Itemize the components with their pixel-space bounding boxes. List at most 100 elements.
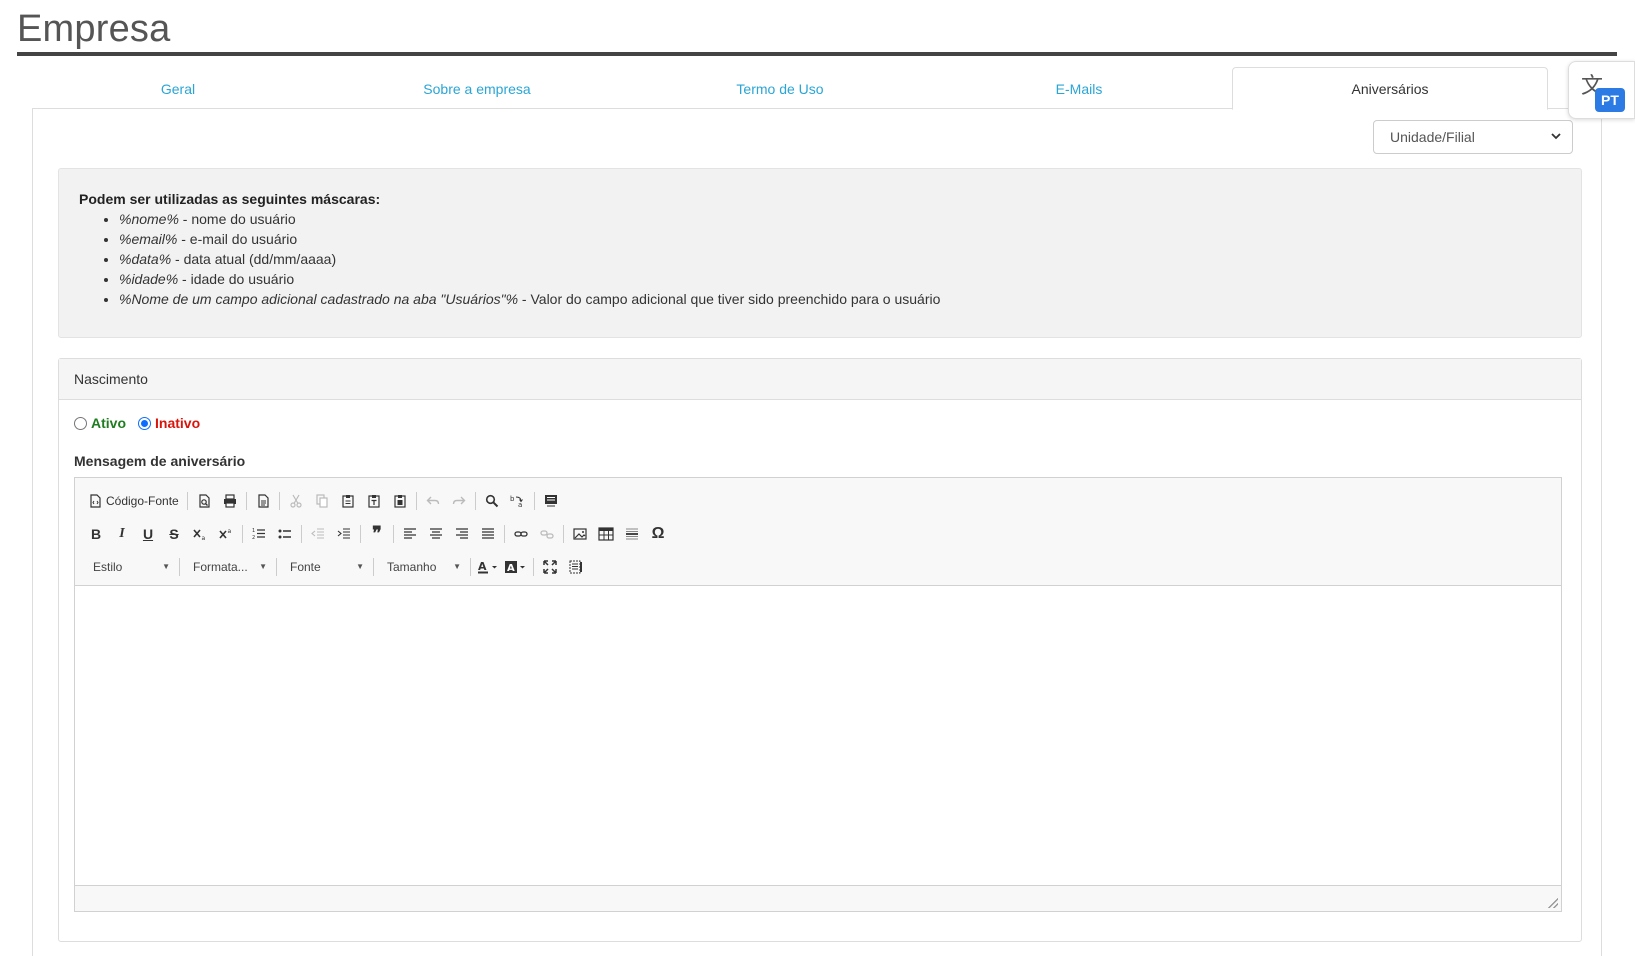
toolbar-separator <box>474 491 476 510</box>
toolbar-separator <box>373 557 374 576</box>
bold-icon[interactable]: B <box>83 521 109 547</box>
image-icon[interactable] <box>567 521 593 547</box>
svg-text:a: a <box>202 535 206 541</box>
mask-code: %idade% <box>119 271 179 287</box>
mask-desc: - data atual (dd/mm/aaaa) <box>171 251 337 267</box>
radio-ativo[interactable] <box>74 416 87 430</box>
undo-icon[interactable] <box>420 488 446 514</box>
font-combo[interactable]: Fonte ▼ <box>280 554 370 580</box>
toolbar-row-2: B I U S a a 12 ❞ Ω <box>83 517 1553 550</box>
tab-e-mails[interactable]: E-Mails <box>930 67 1228 109</box>
redo-icon[interactable] <box>446 488 472 514</box>
font-combo-label: Fonte <box>290 559 321 574</box>
align-right-icon[interactable] <box>449 521 475 547</box>
translate-widget[interactable]: 文 PT <box>1568 61 1635 119</box>
numbered-list-icon[interactable]: 12 <box>246 521 272 547</box>
align-center-icon[interactable] <box>423 521 449 547</box>
list-item: %data% - data atual (dd/mm/aaaa) <box>119 249 1561 269</box>
toolbar-separator <box>245 491 247 510</box>
paste-text-icon[interactable] <box>361 488 387 514</box>
superscript-icon[interactable]: a <box>213 521 239 547</box>
mask-code: %nome% <box>119 211 179 227</box>
caret-down-icon: ▼ <box>356 562 364 571</box>
masks-list: %nome% - nome do usuário %email% - e-mai… <box>79 209 1561 309</box>
special-char-icon[interactable]: Ω <box>645 521 671 547</box>
list-item: %email% - e-mail do usuário <box>119 229 1561 249</box>
editor-content-area[interactable] <box>75 586 1561 886</box>
preview-icon[interactable] <box>191 488 217 514</box>
outdent-icon[interactable] <box>305 521 331 547</box>
tab-geral[interactable]: Geral <box>32 67 324 109</box>
link-icon[interactable] <box>508 521 534 547</box>
table-icon[interactable] <box>593 521 619 547</box>
find-icon[interactable] <box>479 488 505 514</box>
card-header: Nascimento <box>59 359 1581 400</box>
tab-termo-de-uso[interactable]: Termo de Uso <box>630 67 930 109</box>
svg-text:b: b <box>510 495 515 503</box>
print-icon[interactable] <box>217 488 243 514</box>
blockquote-icon[interactable]: ❞ <box>364 521 390 547</box>
underline-icon[interactable]: U <box>135 521 161 547</box>
radio-inativo-label[interactable]: Inativo <box>155 415 200 431</box>
radio-inativo[interactable] <box>138 416 151 430</box>
style-combo[interactable]: Estilo ▼ <box>83 554 176 580</box>
toolbar-separator <box>470 557 471 576</box>
editor-footer <box>75 885 1561 911</box>
radio-ativo-label[interactable]: Ativo <box>91 415 126 431</box>
page-title: Empresa <box>17 8 171 50</box>
toolbar-separator <box>360 524 361 543</box>
bulleted-list-icon[interactable] <box>272 521 298 547</box>
svg-text:A: A <box>478 560 487 573</box>
paste-word-icon[interactable] <box>387 488 413 514</box>
svg-text:a: a <box>228 528 232 535</box>
mask-code: %email% <box>119 231 178 247</box>
toolbar-separator <box>301 524 302 543</box>
indent-icon[interactable] <box>331 521 357 547</box>
italic-icon[interactable]: I <box>109 521 135 547</box>
strikethrough-icon[interactable]: S <box>161 521 187 547</box>
background-color-icon[interactable]: A <box>502 554 530 580</box>
size-combo[interactable]: Tamanho ▼ <box>377 554 467 580</box>
toolbar-row-3: Estilo ▼ Formata... ▼ Fonte ▼ Tamanho ▼ A A <box>83 550 1553 583</box>
copy-icon[interactable] <box>309 488 335 514</box>
maximize-icon[interactable] <box>537 554 563 580</box>
language-badge: PT <box>1595 88 1625 112</box>
status-radio-group: Ativo Inativo <box>74 415 200 431</box>
mask-desc: - e-mail do usuário <box>177 231 298 247</box>
editor-toolbar: Código-Fonte ba B I U S a a 1 2 ❞ Ω Esti… <box>75 478 1561 586</box>
align-justify-icon[interactable] <box>475 521 501 547</box>
toolbar-separator <box>179 557 180 576</box>
source-button[interactable]: Código-Fonte <box>83 488 184 514</box>
unit-select[interactable]: Unidade/Filial <box>1373 120 1573 154</box>
svg-text:A: A <box>507 563 515 574</box>
toolbar-separator <box>278 491 280 510</box>
paste-icon[interactable] <box>335 488 361 514</box>
tab-sobre-a-empresa[interactable]: Sobre a empresa <box>324 67 630 109</box>
resize-grip-icon[interactable] <box>1548 898 1558 908</box>
horizontal-rule-icon[interactable] <box>619 521 645 547</box>
templates-icon[interactable] <box>250 488 276 514</box>
subscript-icon[interactable]: a <box>187 521 213 547</box>
tab-aniversarios[interactable]: Aniversários <box>1232 67 1548 110</box>
format-combo[interactable]: Formata... ▼ <box>183 554 273 580</box>
format-combo-label: Formata... <box>193 559 248 574</box>
toolbar-separator <box>563 524 564 543</box>
show-blocks-icon[interactable] <box>563 554 589 580</box>
unlink-icon[interactable] <box>534 521 560 547</box>
toolbar-separator <box>533 557 534 576</box>
toolbar-separator <box>276 557 277 576</box>
caret-down-icon: ▼ <box>162 562 170 571</box>
list-item: %nome% - nome do usuário <box>119 209 1561 229</box>
mask-desc: - Valor do campo adicional que tiver sid… <box>518 291 941 307</box>
source-button-label: Código-Fonte <box>106 493 179 508</box>
replace-icon[interactable]: ba <box>505 488 531 514</box>
unit-select-value: Unidade/Filial <box>1390 129 1475 145</box>
mask-desc: - nome do usuário <box>178 211 296 227</box>
svg-text:1: 1 <box>252 528 255 534</box>
align-left-icon[interactable] <box>397 521 423 547</box>
text-color-icon[interactable]: A <box>474 554 502 580</box>
select-all-icon[interactable] <box>538 488 564 514</box>
cut-icon[interactable] <box>283 488 309 514</box>
toolbar-separator <box>533 491 535 510</box>
style-combo-label: Estilo <box>93 559 123 574</box>
